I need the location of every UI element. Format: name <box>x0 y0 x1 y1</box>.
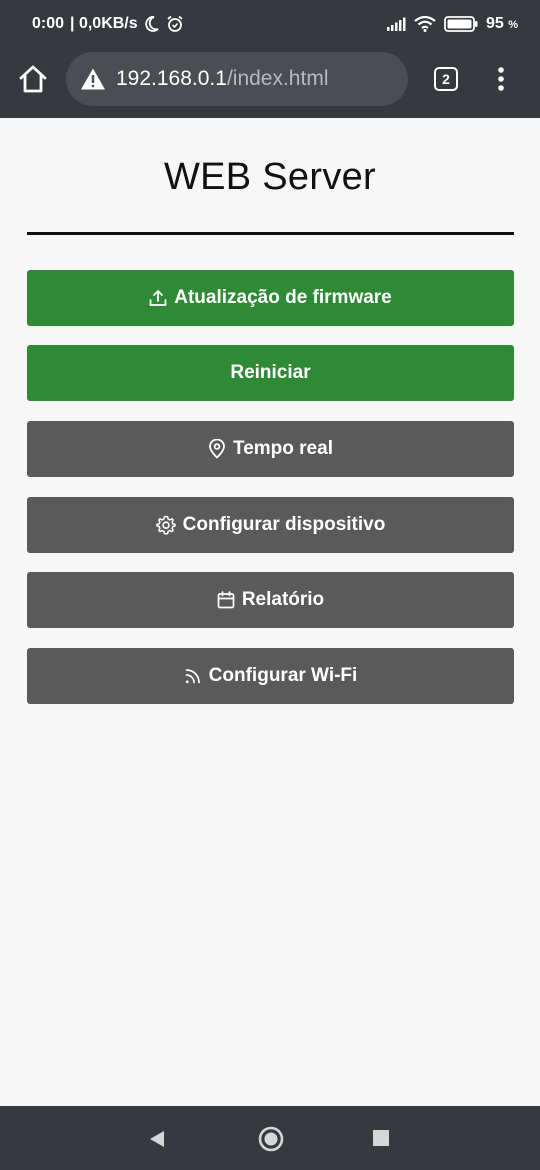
rss-icon <box>185 669 200 684</box>
configure-device-label: Configurar dispositivo <box>182 514 386 535</box>
tab-count: 2 <box>442 71 450 87</box>
firmware-update-label: Atualização de firmware <box>174 287 392 308</box>
battery-value: 95 <box>485 15 504 32</box>
home-nav-icon[interactable] <box>258 1126 284 1152</box>
battery-percentage: 95 % <box>486 15 518 33</box>
report-label: Relatório <box>241 589 325 610</box>
warning-icon[interactable] <box>80 67 106 91</box>
url-path: /index.html <box>226 67 329 90</box>
page-content: WEB Server Atualização de firmware Reini… <box>0 118 540 1106</box>
url-host: 192.168.0.1 <box>116 67 227 90</box>
configure-device-button[interactable]: Configurar dispositivo <box>27 497 514 553</box>
moon-icon <box>144 16 159 32</box>
clock: 0:00 <box>32 15 65 32</box>
report-button[interactable]: Relatório <box>27 572 514 628</box>
upload-icon <box>149 290 167 306</box>
tab-switcher-button[interactable]: 2 <box>434 67 458 91</box>
recent-apps-icon[interactable] <box>373 1130 389 1146</box>
restart-label: Reiniciar <box>230 362 311 383</box>
status-left: 0:00 | 0,0KB/s <box>32 15 184 33</box>
restart-button[interactable]: Reiniciar <box>27 345 514 401</box>
firmware-update-button[interactable]: Atualização de firmware <box>27 270 514 326</box>
back-icon[interactable] <box>148 1130 166 1148</box>
real-time-label: Tempo real <box>233 438 333 459</box>
browser-toolbar: 192.168.0.1/index.html 2 <box>0 48 540 118</box>
home-icon[interactable] <box>18 64 48 94</box>
wifi-icon <box>414 16 436 32</box>
configure-wifi-label: Configurar Wi-Fi <box>208 665 358 686</box>
real-time-button[interactable]: Tempo real <box>27 421 514 477</box>
address-bar[interactable]: 192.168.0.1/index.html <box>66 52 408 106</box>
title-divider <box>27 232 514 235</box>
battery-icon <box>444 16 478 32</box>
more-options-icon[interactable] <box>494 66 508 92</box>
page-title: WEB Server <box>163 156 377 198</box>
calendar-icon <box>217 591 235 609</box>
configure-wifi-button[interactable]: Configurar Wi-Fi <box>27 648 514 704</box>
gear-icon <box>155 515 176 535</box>
network-speed: | 0,0KB/s <box>70 15 138 32</box>
system-navigation-bar <box>0 1106 540 1170</box>
status-right: 95 % <box>386 15 518 33</box>
status-bar: 0:00 | 0,0KB/s 95 % <box>0 0 540 48</box>
battery-unit: % <box>508 19 518 31</box>
alarm-icon <box>167 15 183 32</box>
signal-icon <box>386 17 406 31</box>
location-pin-icon <box>209 439 225 459</box>
